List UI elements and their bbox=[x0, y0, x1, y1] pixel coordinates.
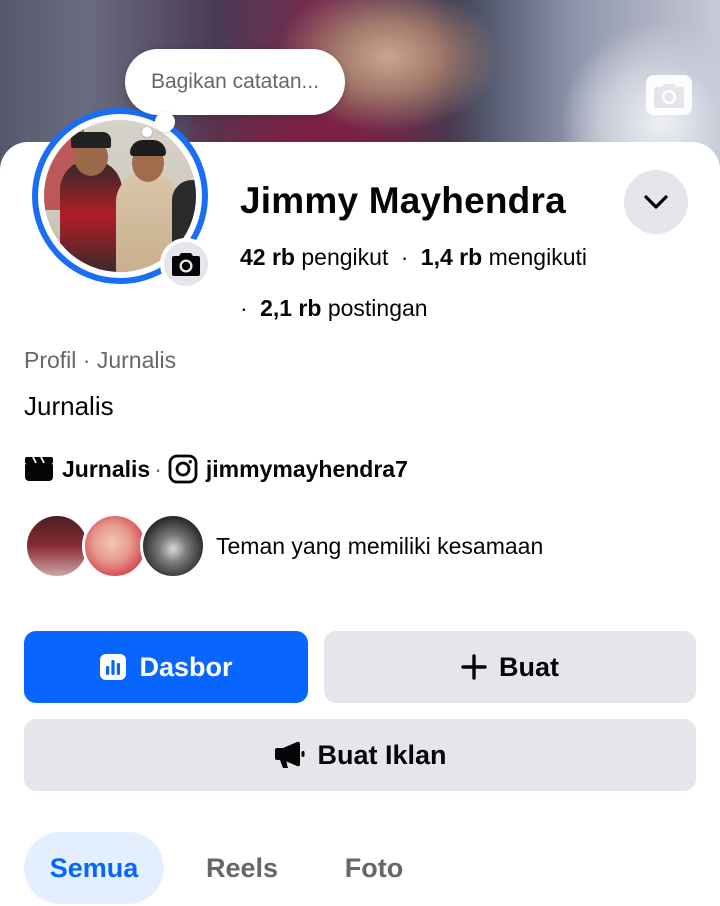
cover-camera-button[interactable] bbox=[646, 75, 692, 115]
avatar-camera-button[interactable] bbox=[160, 238, 212, 290]
dashboard-button[interactable]: Dasbor bbox=[24, 631, 308, 703]
stats-separator: · bbox=[400, 244, 409, 270]
posts-count: 2,1 rb bbox=[260, 295, 322, 321]
tab-reels[interactable]: Reels bbox=[190, 832, 294, 904]
tab-photos[interactable]: Foto bbox=[322, 832, 426, 904]
stats-separator: · bbox=[240, 295, 248, 321]
megaphone-icon bbox=[273, 741, 305, 769]
friend-avatar bbox=[24, 513, 90, 579]
camera-icon bbox=[172, 253, 200, 276]
profile-links: Jurnalis · jimmymayhendra7 bbox=[24, 453, 408, 485]
create-label: Buat bbox=[499, 651, 559, 682]
chevron-down-icon bbox=[644, 195, 668, 209]
dashboard-label: Dasbor bbox=[139, 651, 233, 682]
create-button[interactable]: Buat bbox=[324, 631, 696, 703]
follow-stats: 42 rb pengikut · 1,4 rb mengikuti bbox=[240, 244, 587, 271]
profile-category: Profil · Jurnalis bbox=[24, 347, 177, 373]
followers-count[interactable]: 42 rb bbox=[240, 244, 295, 270]
profile-name: Jimmy Mayhendra bbox=[240, 180, 566, 221]
mutual-friends[interactable]: Teman yang memiliki kesamaan bbox=[24, 512, 543, 580]
create-ad-button[interactable]: Buat Iklan bbox=[24, 719, 696, 791]
following-label[interactable]: mengikuti bbox=[489, 244, 587, 270]
plus-icon bbox=[461, 654, 487, 680]
clapperboard-icon bbox=[24, 456, 54, 482]
posts-label: postingan bbox=[327, 295, 428, 321]
instagram-icon bbox=[168, 454, 198, 484]
friend-avatar bbox=[82, 513, 148, 579]
link-separator: · bbox=[154, 455, 162, 482]
camera-icon bbox=[654, 84, 684, 108]
profile-bio: Jurnalis bbox=[24, 391, 114, 421]
followers-label[interactable]: pengikut bbox=[301, 244, 388, 270]
post-stats: · 2,1 rb postingan bbox=[240, 295, 428, 322]
note-bubble-tail bbox=[155, 112, 175, 132]
mutual-friends-text: Teman yang memiliki kesamaan bbox=[216, 532, 544, 559]
friend-avatar bbox=[140, 513, 206, 579]
note-placeholder: Bagikan catatan... bbox=[150, 70, 320, 93]
note-bubble-tail-small bbox=[142, 127, 152, 137]
bar-chart-icon bbox=[99, 653, 127, 681]
note-bubble[interactable]: Bagikan catatan... bbox=[125, 49, 345, 115]
create-ad-label: Buat Iklan bbox=[317, 739, 447, 770]
link-category[interactable]: Jurnalis bbox=[62, 456, 150, 483]
instagram-handle[interactable]: jimmymayhendra7 bbox=[206, 456, 408, 483]
tab-all[interactable]: Semua bbox=[24, 832, 164, 904]
profile-menu-button[interactable] bbox=[624, 170, 688, 234]
following-count[interactable]: 1,4 rb bbox=[421, 244, 482, 270]
